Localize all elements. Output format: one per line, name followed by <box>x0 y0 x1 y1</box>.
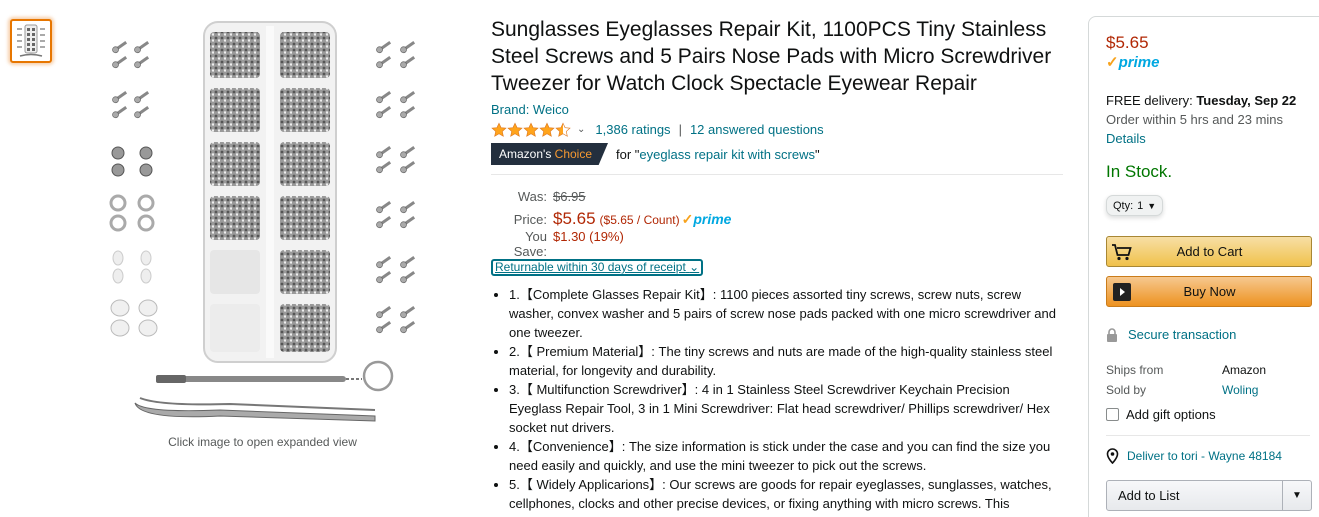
buy-box: $5.65 ✓prime FREE delivery: Tuesday, Sep… <box>1088 16 1319 517</box>
savings-row: You Save: $1.30 (19%) <box>491 229 1063 259</box>
separator: | <box>678 122 682 137</box>
quantity-select[interactable]: Qty: 1 ▼ <box>1106 195 1164 216</box>
add-to-cart-button[interactable]: Add to Cart <box>1106 236 1312 267</box>
prime-check-icon: ✓ <box>1106 54 1119 71</box>
ratings-count-link[interactable]: 1,386 ratings <box>595 122 670 137</box>
product-thumbnail-icon <box>17 24 45 57</box>
secure-transaction-link[interactable]: Secure transaction <box>1106 327 1310 342</box>
returnable-link[interactable]: Returnable within 30 days of receipt ⌄ <box>491 259 704 276</box>
details-link[interactable]: Details <box>1106 129 1310 148</box>
choice-for-text: for "eyeglass repair kit with screws" <box>616 147 820 162</box>
star-full-icon <box>523 121 539 137</box>
prime-logo: ✓prime <box>1106 53 1310 71</box>
chevron-down-icon[interactable]: ⌄ <box>577 124 585 135</box>
chevron-down-icon[interactable]: ▼ <box>1282 481 1311 510</box>
cart-icon <box>1107 237 1136 266</box>
chevron-down-icon: ⌄ <box>689 260 700 274</box>
repair-kit-illustration <box>109 21 417 422</box>
returnable-text: Returnable within 30 days of receipt <box>495 260 686 274</box>
was-row: Was: $6.95 <box>491 189 1063 209</box>
buy-now-button[interactable]: Buy Now <box>1106 276 1312 307</box>
delivery-info: FREE delivery: Tuesday, Sep 22 <box>1106 91 1310 110</box>
product-title: Sunglasses Eyeglasses Repair Kit, 1100PC… <box>491 18 1052 95</box>
feature-bullet: 5.【 Widely Applicarions】: Our screws are… <box>509 475 1063 513</box>
rating-row: ⌄ 1,386 ratings | 12 answered questions <box>491 120 1063 139</box>
delivery-date: Tuesday, Sep 22 <box>1196 93 1297 108</box>
chevron-down-icon: ▼ <box>1147 200 1157 211</box>
feature-bullets: 1.【Complete Glasses Repair Kit】: 1100 pi… <box>491 285 1063 513</box>
location-pin-icon <box>1106 448 1119 464</box>
star-rating[interactable] <box>491 121 571 138</box>
save-value: $1.30 (19%) <box>553 229 624 244</box>
lock-icon <box>1107 327 1117 342</box>
add-to-list-label: Add to List <box>1118 488 1180 503</box>
seller-link[interactable]: Woling <box>1222 383 1258 397</box>
feature-bullet: 3.【 Multifunction Screwdriver】: 4 in 1 S… <box>509 380 1063 437</box>
main-product-image[interactable] <box>100 18 430 433</box>
amazons-choice-row: Amazon's Choice for "eyeglass repair kit… <box>491 143 1063 165</box>
thumbnail-strip <box>10 19 52 63</box>
image-caption: Click image to open expanded view <box>168 435 357 449</box>
price-label: Price: <box>513 212 547 227</box>
star-half-icon <box>555 121 571 137</box>
gift-checkbox[interactable] <box>1106 408 1119 421</box>
feature-bullet: 4.【Convenience】: The size information is… <box>509 437 1063 475</box>
price-row: Price: $5.65 ($5.65 / Count) ✓prime <box>491 209 1063 229</box>
gift-label: Add gift options <box>1126 407 1216 422</box>
feature-bullet: 2.【 Premium Material】: The tiny screws a… <box>509 342 1063 380</box>
prime-text: prime <box>693 211 732 227</box>
was-price: $6.95 <box>553 189 586 204</box>
ships-sold-info: Ships from Amazon Sold by Woling <box>1106 360 1310 400</box>
save-label: You Save: <box>513 229 547 259</box>
prime-logo: ✓prime <box>682 211 732 228</box>
play-icon <box>1107 277 1136 306</box>
add-to-cart-label: Add to Cart <box>1176 244 1243 259</box>
sold-by-label: Sold by <box>1106 383 1147 397</box>
badge-suffix: Choice <box>554 147 593 161</box>
product-details: Sunglasses Eyeglasses Repair Kit, 1100PC… <box>491 16 1063 513</box>
current-price: $5.65 <box>553 209 596 228</box>
qty-value: 1 <box>1137 199 1144 212</box>
buy-now-label: Buy Now <box>1183 284 1236 299</box>
star-full-icon <box>491 121 507 137</box>
ships-from-row: Ships from Amazon <box>1106 360 1310 380</box>
thumbnail-image[interactable] <box>10 19 52 63</box>
gift-options[interactable]: Add gift options <box>1106 407 1310 422</box>
price-table: Was: $6.95 Price: $5.65 ($5.65 / Count) … <box>491 189 1063 259</box>
deliver-to-label: Deliver to tori - Wayne 48184 <box>1127 449 1282 463</box>
delivery-prefix: FREE delivery: <box>1106 93 1197 108</box>
ships-from-label: Ships from <box>1106 363 1164 377</box>
brand-link[interactable]: Brand: Weico <box>491 102 1063 117</box>
choice-query-link[interactable]: eyeglass repair kit with screws <box>639 147 815 162</box>
order-within: Order within 5 hrs and 23 mins <box>1106 112 1284 127</box>
feature-bullet: 1.【Complete Glasses Repair Kit】: 1100 pi… <box>509 285 1063 342</box>
quote-close: " <box>814 146 820 162</box>
deliver-to-link[interactable]: Deliver to tori - Wayne 48184 <box>1106 448 1310 464</box>
prime-text: prime <box>1118 54 1160 71</box>
badge-prefix: Amazon's <box>499 147 552 161</box>
amazons-choice-badge: Amazon's Choice <box>491 143 609 165</box>
per-unit-price: ($5.65 / Count) <box>599 213 680 227</box>
star-full-icon <box>539 121 555 137</box>
star-full-icon <box>507 121 523 137</box>
add-to-list-button[interactable]: Add to List ▼ <box>1106 480 1312 511</box>
qty-label: Qty: <box>1113 199 1134 212</box>
sold-by-row: Sold by Woling <box>1106 380 1310 400</box>
was-label: Was: <box>517 189 547 204</box>
answered-questions-link[interactable]: 12 answered questions <box>690 122 824 137</box>
divider <box>491 174 1063 175</box>
buybox-price: $5.65 <box>1106 33 1149 52</box>
secure-label: Secure transaction <box>1128 327 1237 342</box>
divider <box>1106 435 1310 436</box>
stock-status: In Stock. <box>1106 162 1173 181</box>
prime-check-icon: ✓ <box>681 211 694 227</box>
ships-from-value: Amazon <box>1222 363 1267 377</box>
for-label: for " <box>616 146 640 162</box>
